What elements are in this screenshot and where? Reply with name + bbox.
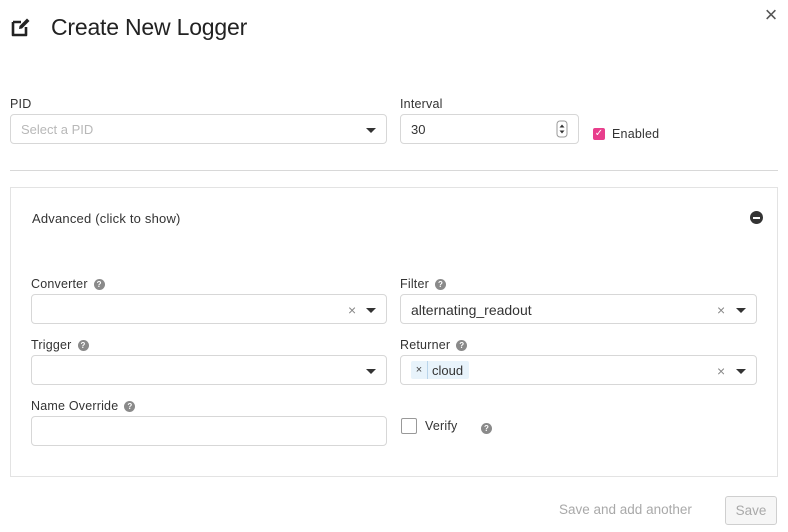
save-and-add-button[interactable]: Save and add another	[559, 502, 692, 517]
help-icon[interactable]: ?	[93, 279, 105, 290]
verify-label: Verify	[425, 419, 458, 433]
chevron-down-icon[interactable]	[736, 369, 746, 374]
remove-tag-icon[interactable]: ×	[411, 361, 428, 379]
collapse-icon[interactable]	[750, 211, 763, 224]
interval-label: Interval	[400, 97, 443, 111]
filter-select[interactable]: alternating_readout ×	[400, 294, 757, 324]
trigger-select[interactable]	[31, 355, 387, 385]
trigger-label: Trigger?	[31, 337, 89, 353]
returner-label-text: Returner	[400, 338, 451, 352]
filter-value: alternating_readout	[411, 302, 532, 318]
converter-select[interactable]: ×	[31, 294, 387, 324]
dialog-title: Create New Logger	[51, 14, 248, 40]
chevron-down-icon[interactable]	[736, 308, 746, 313]
interval-input[interactable]: 30	[400, 114, 579, 144]
pid-label: PID	[10, 97, 32, 111]
name-override-input[interactable]	[31, 416, 387, 446]
help-icon[interactable]: ?	[77, 340, 89, 351]
save-button[interactable]: Save	[725, 496, 777, 525]
filter-label-text: Filter	[400, 277, 429, 291]
help-icon[interactable]: ?	[456, 340, 468, 351]
returner-label: Returner?	[400, 337, 468, 353]
clear-icon[interactable]: ×	[717, 303, 725, 317]
trigger-label-text: Trigger	[31, 338, 72, 352]
converter-label: Converter?	[31, 276, 105, 292]
name-override-label: Name Override?	[31, 398, 136, 414]
name-override-label-text: Name Override	[31, 399, 119, 413]
chevron-down-icon[interactable]	[366, 308, 376, 313]
returner-tag: × cloud	[411, 361, 470, 379]
close-button[interactable]: ×	[760, 4, 782, 26]
chevron-down-icon[interactable]	[366, 128, 376, 133]
returner-tag-label: cloud	[432, 362, 464, 378]
clear-icon[interactable]: ×	[348, 303, 356, 317]
enabled-label: Enabled	[612, 127, 660, 141]
verify-help: ?	[481, 419, 492, 437]
filter-label: Filter?	[400, 276, 446, 292]
help-icon[interactable]: ?	[434, 279, 446, 290]
edit-icon	[10, 16, 32, 38]
pid-select[interactable]: Select a PID	[10, 114, 387, 144]
enabled-checkbox[interactable]: ✓	[593, 128, 605, 140]
clear-icon[interactable]: ×	[717, 364, 725, 378]
chevron-down-icon[interactable]	[366, 369, 376, 374]
advanced-toggle[interactable]: Advanced (click to show)	[32, 211, 181, 227]
verify-checkbox[interactable]	[401, 418, 417, 434]
pid-placeholder: Select a PID	[21, 122, 94, 137]
interval-value: 30	[411, 122, 426, 137]
converter-label-text: Converter	[31, 277, 88, 291]
section-divider	[10, 170, 778, 171]
number-stepper-icon[interactable]	[556, 120, 568, 138]
help-icon[interactable]: ?	[481, 423, 492, 434]
help-icon[interactable]: ?	[124, 401, 136, 412]
